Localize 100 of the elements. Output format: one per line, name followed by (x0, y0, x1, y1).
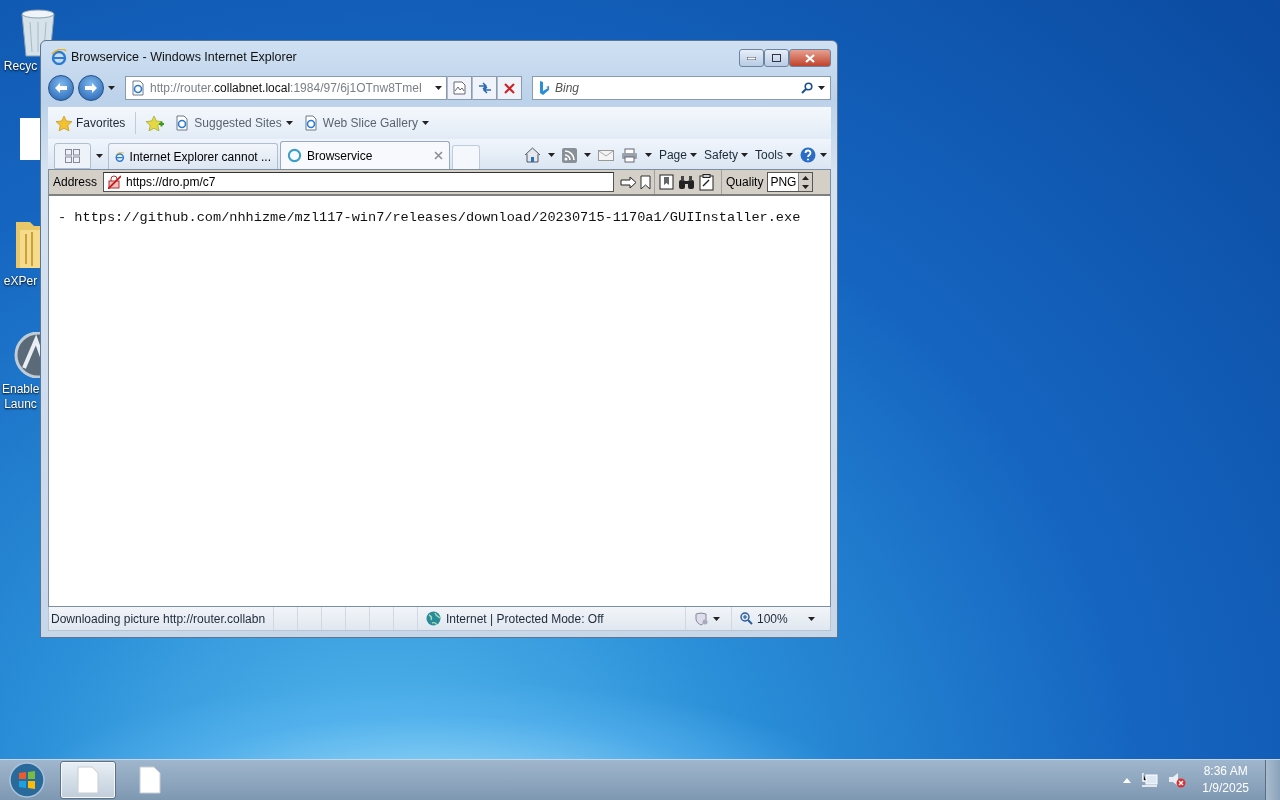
caret-icon (547, 153, 555, 157)
desktop-icon-label: Recyc (2, 59, 39, 74)
caret-icon (820, 153, 827, 157)
quality-label: Quality (726, 175, 764, 189)
house-icon (523, 147, 541, 163)
desktop-icon-label: eXPer (2, 274, 39, 289)
close-icon (805, 53, 815, 63)
page-icon (130, 80, 146, 96)
caret-icon (435, 86, 442, 90)
show-hidden-icons-button[interactable] (1123, 777, 1132, 783)
volume-button[interactable] (1168, 772, 1187, 788)
favorites-button[interactable]: Favorites (56, 115, 126, 131)
maximize-button[interactable] (764, 49, 789, 67)
page-icon (174, 115, 191, 131)
maximize-icon (772, 54, 781, 62)
search-field[interactable]: Bing (532, 76, 831, 100)
document-icon (139, 766, 161, 794)
globe-icon (426, 611, 441, 626)
forward-button[interactable] (78, 75, 104, 101)
windows-orb-icon (9, 762, 45, 798)
window-title: Browservice - Windows Internet Explorer (71, 50, 298, 64)
go-button[interactable] (620, 175, 638, 189)
muted-speaker-icon (1168, 772, 1187, 788)
loading-icon (287, 148, 302, 163)
mail-button[interactable] (597, 149, 614, 161)
minimize-icon (747, 56, 756, 60)
caret-icon (689, 153, 697, 157)
feed-icon (561, 147, 577, 163)
zoom-button[interactable]: 100% (740, 611, 788, 626)
up-caret-icon (1123, 777, 1132, 783)
network-icon (1141, 772, 1159, 788)
print-button[interactable] (620, 147, 638, 163)
caret-icon (807, 616, 815, 621)
bookmark-button[interactable] (640, 174, 652, 190)
zoom-dropdown[interactable] (807, 616, 815, 621)
address-field[interactable]: http://router.collabnet.local:1984/97/6j1OTnw8TmeI (125, 76, 447, 100)
command-menu[interactable]: Page (658, 148, 697, 162)
bookmarks-button[interactable] (659, 174, 675, 190)
envelope-icon (597, 149, 614, 161)
address-field[interactable]: https://dro.pm/c7 (103, 172, 615, 192)
clipboard-icon (699, 173, 715, 191)
caret-icon (644, 153, 652, 157)
refresh-button[interactable] (472, 76, 497, 100)
right-arrow-icon (620, 175, 638, 189)
start-button[interactable] (7, 760, 47, 800)
history-dropdown[interactable] (108, 86, 115, 90)
compatibility-button[interactable] (447, 76, 472, 100)
desktop-icon-label: Enable Launc (2, 382, 39, 412)
search-icon[interactable] (801, 82, 813, 94)
command-menu[interactable]: Tools (755, 148, 793, 162)
caret-icon (818, 86, 825, 90)
command-menu[interactable]: Safety (703, 148, 748, 162)
stop-button[interactable] (497, 76, 522, 100)
back-arrow-icon (54, 82, 68, 94)
favorites-link[interactable]: Suggested Sites (174, 115, 293, 131)
zoom-icon (740, 612, 753, 625)
page-icon (302, 115, 319, 131)
broken-page-icon (453, 81, 466, 95)
add-to-favorites-bar-button[interactable] (146, 115, 165, 131)
security-zone-text: Internet | Protected Mode: Off (446, 611, 604, 626)
caret-icon (583, 153, 591, 157)
status-message: Downloading picture http://router.collabn (50, 611, 267, 626)
address-label: Address (52, 175, 99, 189)
caret-icon (108, 86, 115, 90)
bing-logo-icon (539, 81, 549, 95)
page-text: - https://github.com/nhhizme/mzl117-win7/releases/download/20230715-1170a1/GUIInstaller.exe (58, 209, 801, 226)
down-arrow-icon[interactable] (802, 184, 810, 189)
quality-spinner[interactable]: PNG (767, 172, 814, 192)
folder-icon[interactable] (14, 220, 40, 268)
up-arrow-icon[interactable] (802, 175, 810, 180)
stop-icon (504, 82, 515, 94)
caret-icon (713, 616, 720, 621)
show-desktop-button[interactable] (1265, 760, 1280, 800)
feeds-button[interactable] (561, 147, 577, 163)
caret-icon (421, 121, 429, 125)
help-button[interactable] (800, 147, 827, 163)
binoculars-icon (678, 174, 696, 190)
shield-icon (694, 611, 709, 626)
tile-grid-icon (65, 149, 80, 163)
ie-icon (51, 49, 67, 65)
browser-tab[interactable]: Internet Explorer cannot ... (108, 143, 278, 169)
caret-icon (786, 153, 793, 157)
printer-icon (620, 147, 638, 163)
back-button[interactable] (48, 75, 74, 101)
find-button[interactable] (678, 174, 696, 190)
bookmark-icon (640, 174, 652, 190)
browser-tab[interactable]: Browservice (280, 141, 450, 169)
security-status-button[interactable] (694, 611, 720, 626)
forward-arrow-icon (84, 82, 98, 94)
favorites-link[interactable]: Web Slice Gallery (302, 115, 429, 131)
caret-icon (285, 121, 293, 125)
refresh-icon (477, 82, 492, 94)
star-icon (56, 115, 72, 131)
bookmark-page-icon (659, 174, 675, 190)
home-button[interactable] (523, 147, 541, 163)
clipboard-button[interactable] (699, 173, 715, 191)
taskbar-button[interactable] (60, 761, 116, 799)
document-icon (77, 766, 99, 794)
close-tab-icon[interactable] (434, 151, 443, 160)
close-button[interactable] (789, 49, 831, 67)
